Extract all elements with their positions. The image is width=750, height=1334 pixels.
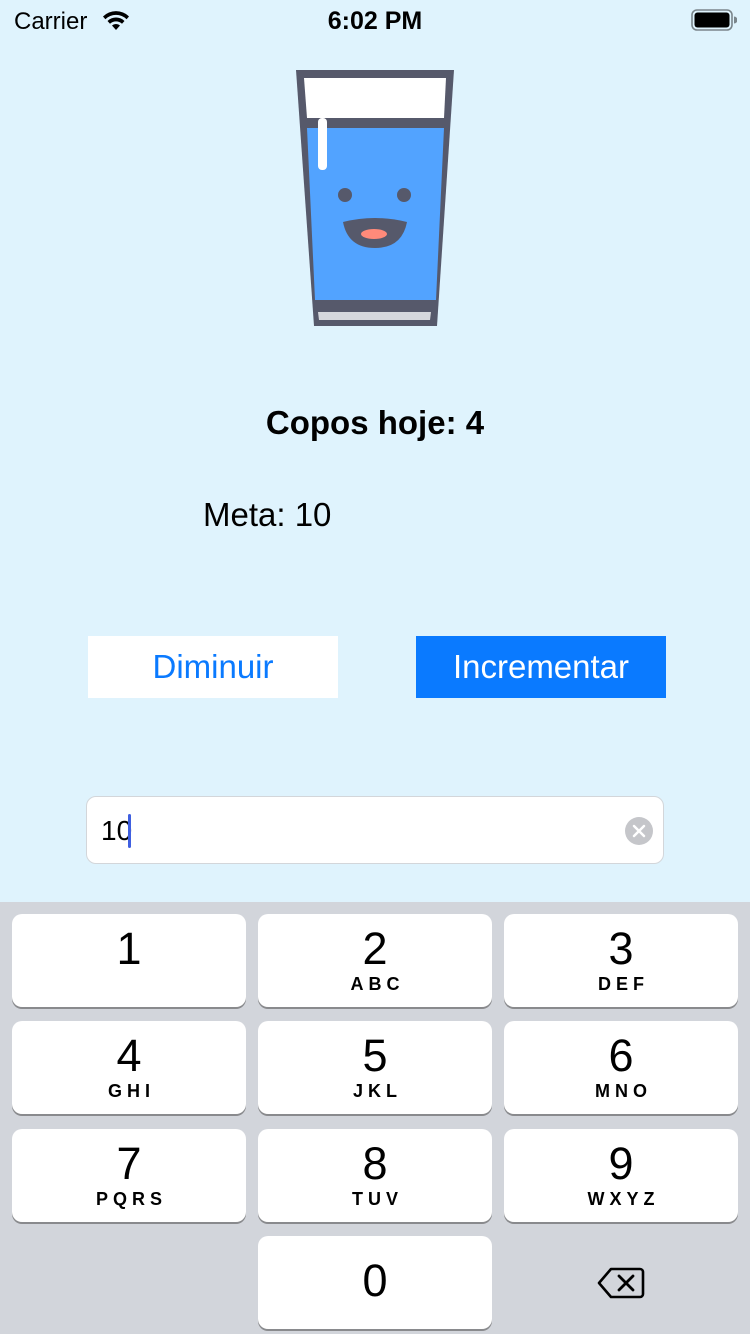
key-2[interactable]: 2 ABC — [258, 914, 492, 1007]
clock: 6:02 PM — [327, 7, 423, 35]
key-letters: WXYZ — [587, 1189, 660, 1209]
key-letters: JKL — [352, 1081, 402, 1101]
water — [307, 128, 444, 300]
key-digit: 0 — [362, 1255, 388, 1306]
key-7[interactable]: 7 PQRS — [12, 1129, 246, 1222]
key-digit: 1 — [116, 923, 142, 974]
key-0[interactable]: 0 — [258, 1236, 492, 1329]
key-1[interactable]: 1 — [12, 914, 246, 1007]
key-4[interactable]: 4 GHI — [12, 1021, 246, 1114]
key-letters: ABC — [350, 974, 405, 994]
key-letters: DEF — [598, 974, 649, 994]
key-digit: 3 — [608, 923, 634, 974]
key-9[interactable]: 9 WXYZ — [504, 1129, 738, 1222]
key-digit: 6 — [608, 1030, 634, 1081]
key-letters: TUV — [352, 1189, 403, 1209]
cups-today-label: Copos hoje: 4 — [265, 404, 485, 441]
key-6[interactable]: 6 MNO — [504, 1021, 738, 1114]
key-digit: 2 — [362, 923, 388, 974]
key-3[interactable]: 3 DEF — [504, 914, 738, 1007]
key-letters: GHI — [107, 1081, 155, 1101]
key-letters: MNO — [595, 1081, 652, 1101]
key-5[interactable]: 5 JKL — [258, 1021, 492, 1114]
clear-icon[interactable] — [625, 817, 653, 845]
goal-input[interactable]: 10 — [86, 796, 664, 864]
key-letters: PQRS — [95, 1189, 167, 1209]
status-bar: Carrier 6:02 PM — [0, 0, 750, 40]
key-digit: 9 — [608, 1138, 634, 1189]
backspace-icon — [597, 1267, 645, 1298]
key-digit: 8 — [362, 1138, 388, 1189]
battery-icon — [691, 9, 737, 31]
key-digit: 7 — [116, 1138, 142, 1189]
decrease-button[interactable]: Diminuir — [88, 636, 338, 698]
smiling-water-glass-icon — [296, 70, 454, 326]
goal-label: Meta: 10 — [203, 496, 332, 533]
delete-key[interactable] — [504, 1236, 738, 1329]
text-caret — [128, 814, 131, 848]
key-digit: 4 — [116, 1030, 142, 1081]
key-digit: 5 — [362, 1030, 388, 1081]
increment-button[interactable]: Incrementar — [416, 636, 666, 698]
key-8[interactable]: 8 TUV — [258, 1129, 492, 1222]
